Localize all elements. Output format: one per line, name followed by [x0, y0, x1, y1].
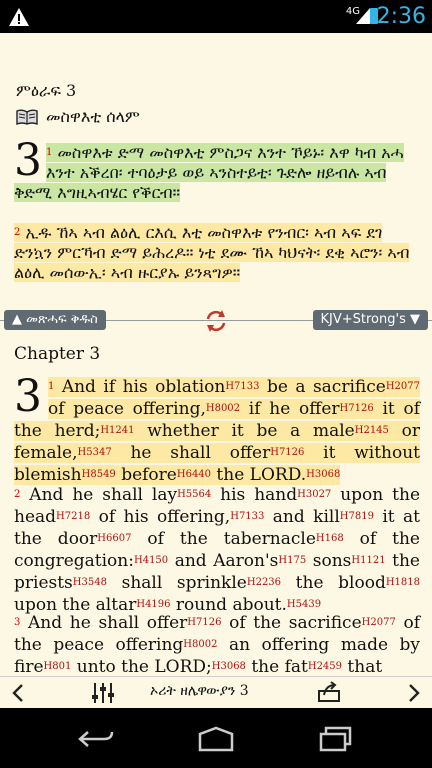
verse-number: 2	[14, 227, 21, 238]
top-translation-button[interactable]: ▲ መጽሓፍ ቅዱስ	[4, 310, 106, 330]
home-icon[interactable]	[196, 726, 236, 752]
recent-apps-icon[interactable]	[316, 726, 356, 752]
bottom-translation-button[interactable]: KJV+Strong's ▼	[312, 310, 428, 330]
settings-sliders-icon[interactable]	[90, 681, 116, 705]
bottom-bible-pane[interactable]: Chapter 3 3 1 And if his oblationH7133 b…	[0, 332, 432, 676]
verse-1[interactable]: 3 1 And if his oblationH7133 be a sacrif…	[14, 371, 420, 486]
warning-icon	[9, 8, 29, 26]
verse-2[interactable]: 2 ኢዱ ኸኣ ኣብ ልዕሊ ርእሲ እቲ መስዋእቱ የንብር፡ ኣብ ኣፍ …	[14, 223, 418, 283]
verse-text: ኢዱ ኸኣ ኣብ ልዕሊ ርእሲ እቲ መስዋእቱ የንብር፡ ኣብ ኣፍ ደገ…	[14, 223, 410, 282]
signal-icon	[356, 8, 370, 24]
book-chapter-selector[interactable]: ኦሪት ዘሌዋውያን 3	[150, 683, 249, 699]
chevron-right-icon[interactable]	[404, 681, 424, 705]
section-heading: መስዋእቲ ሰላም	[16, 107, 140, 127]
chapter-number: 3	[14, 135, 42, 186]
system-navigation-bar	[0, 708, 432, 768]
top-bible-pane[interactable]: ምዕራፍ 3 መስዋእቲ ሰላም 3 1 መስዋእቱ ድማ መስዋእቲ ምስጋና…	[0, 33, 432, 308]
chapter-heading: Chapter 3	[14, 344, 101, 364]
section-title-text: መስዋእቲ ሰላም	[46, 107, 140, 126]
verse-number: 1	[46, 147, 53, 158]
verse-2[interactable]: 2 And he shall layH5564 his handH3027 up…	[14, 484, 420, 616]
clock: 2:36	[376, 4, 426, 29]
share-icon[interactable]	[316, 681, 342, 705]
sync-icon[interactable]	[203, 308, 229, 334]
bottom-toolbar: ኦሪት ዘሌዋውያን 3	[0, 676, 432, 709]
back-icon[interactable]	[76, 728, 116, 750]
open-book-icon	[16, 109, 38, 125]
pane-divider[interactable]: ▲ መጽሓፍ ቅዱስ KJV+Strong's ▼	[0, 308, 432, 332]
chapter-number: 3	[14, 371, 42, 422]
chapter-heading: ምዕራፍ 3	[16, 81, 77, 100]
verse-1[interactable]: 3 1 መስዋእቱ ድማ መስዋእቲ ምስጋና እንተ ኾይኑ፡ እዋ ካብ አ…	[14, 135, 418, 203]
verse-text: መስዋእቱ ድማ መስዋእቲ ምስጋና እንተ ኾይኑ፡ እዋ ካብ አሓ እን…	[14, 143, 404, 202]
status-bar: 4G 2:36	[0, 0, 432, 33]
chevron-left-icon[interactable]	[8, 681, 28, 705]
verse-3[interactable]: 3 And he shall offerH7126 of the sacrifi…	[14, 612, 420, 676]
